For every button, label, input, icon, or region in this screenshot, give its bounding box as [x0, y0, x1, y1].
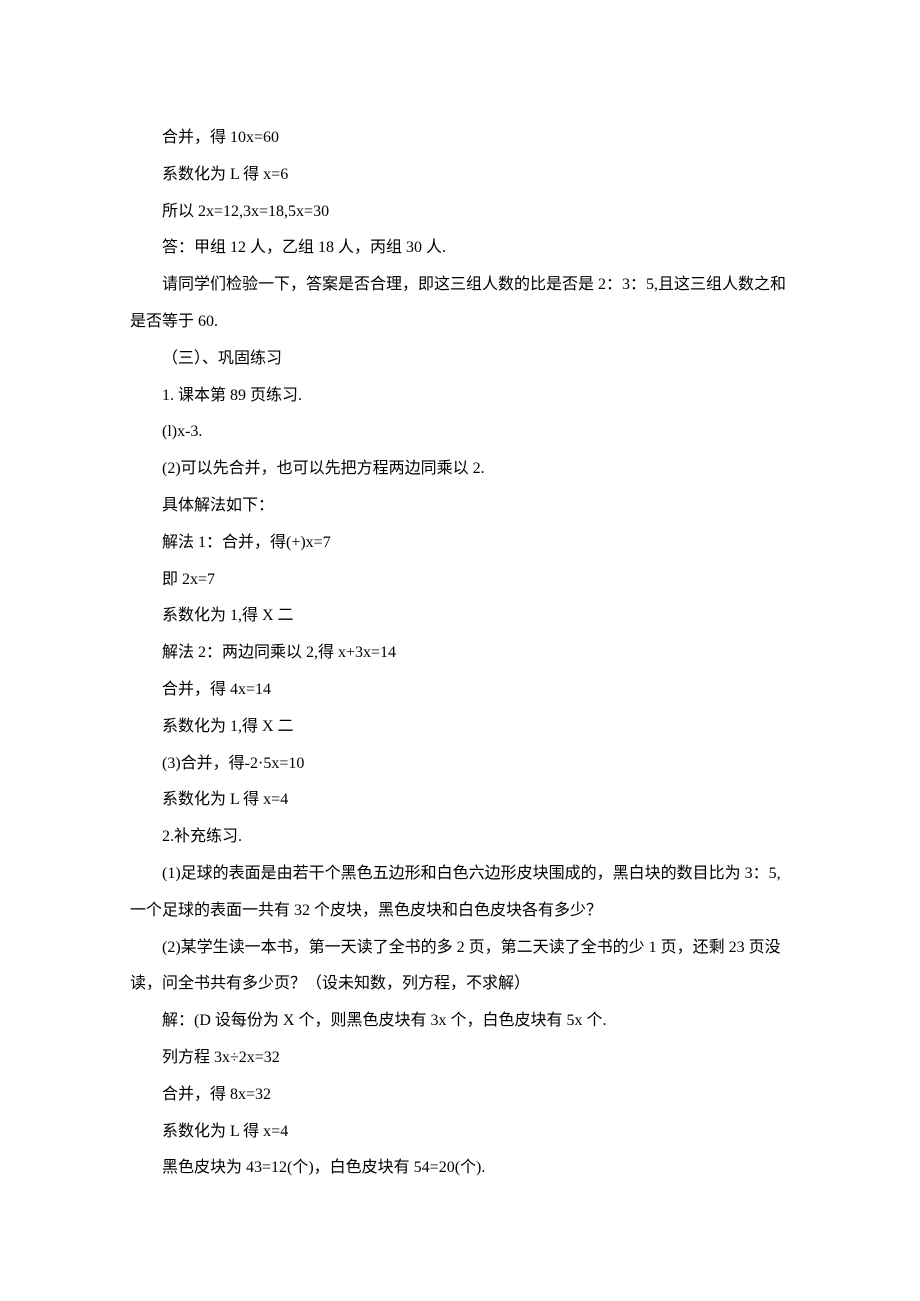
text-line: 答：甲组 12 人，乙组 18 人，丙组 30 人.: [130, 230, 790, 267]
text-line: 合并，得 10x=60: [130, 120, 790, 157]
text-line: (2)可以先合并，也可以先把方程两边同乘以 2.: [130, 451, 790, 488]
text-line: 系数化为 L 得 x=4: [130, 1114, 790, 1151]
text-line: 合并，得 8x=32: [130, 1077, 790, 1114]
text-line: (2)某学生读一本书，第一天读了全书的多 2 页，第二天读了全书的少 1 页，还…: [130, 930, 790, 1004]
text-line: 具体解法如下：: [130, 488, 790, 525]
text-line: 合并，得 4x=14: [130, 672, 790, 709]
text-line: 系数化为 1,得 X 二: [130, 598, 790, 635]
document-page: 合并，得 10x=60系数化为 L 得 x=6所以 2x=12,3x=18,5x…: [0, 0, 920, 1301]
text-line: 系数化为 L 得 x=6: [130, 157, 790, 194]
text-line: 黑色皮块为 43=12(个)，白色皮块有 54=20(个).: [130, 1150, 790, 1187]
text-line: 解：(D 设每份为 X 个，则黑色皮块有 3x 个，白色皮块有 5x 个.: [130, 1003, 790, 1040]
text-line: 列方程 3x÷2x=32: [130, 1040, 790, 1077]
text-line: (1)足球的表面是由若干个黑色五边形和白色六边形皮块围成的，黑白块的数目比为 3…: [130, 856, 790, 930]
text-line: 解法 1：合并，得(+)x=7: [130, 525, 790, 562]
text-line: 所以 2x=12,3x=18,5x=30: [130, 194, 790, 231]
text-line: 请同学们检验一下，答案是否合理，即这三组人数的比是否是 2：3：5,且这三组人数…: [130, 267, 790, 341]
text-line: 系数化为 L 得 x=4: [130, 782, 790, 819]
text-line: (l)x-3.: [130, 414, 790, 451]
text-line: 解法 2：两边同乘以 2,得 x+3x=14: [130, 635, 790, 672]
text-line: （三）、巩固练习: [130, 341, 790, 378]
text-line: 即 2x=7: [130, 562, 790, 599]
text-line: 1. 课本第 89 页练习.: [130, 378, 790, 415]
text-line: 系数化为 1,得 X 二: [130, 709, 790, 746]
text-line: (3)合并，得-2·5x=10: [130, 746, 790, 783]
text-line: 2.补充练习.: [130, 819, 790, 856]
